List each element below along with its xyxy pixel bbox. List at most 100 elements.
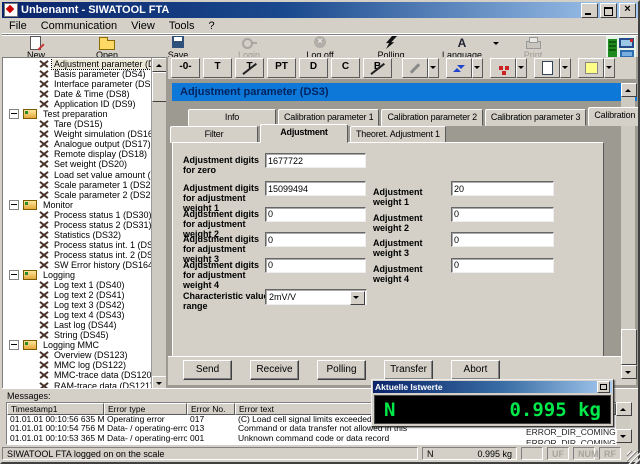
panel-scrollbar-thumb[interactable]	[621, 329, 637, 365]
tree-item[interactable]: Log text 1 (DS40)	[3, 280, 152, 290]
tree-item[interactable]: Log text 3 (DS42)	[3, 300, 152, 310]
note-icon[interactable]	[578, 58, 604, 78]
scale-d-button[interactable]: D	[299, 58, 328, 78]
tree-item[interactable]: Statistics (DS32)	[3, 230, 152, 240]
tree-item[interactable]: Scale parameter 1 (DS22)	[3, 180, 152, 190]
edit-dropdown-icon[interactable]	[428, 58, 439, 78]
tree-item[interactable]: Basis parameter (DS4)	[3, 69, 152, 79]
note-split-button[interactable]	[578, 58, 615, 78]
tree-item[interactable]: Date & Time (DS8)	[3, 89, 152, 99]
tree-collapse-icon[interactable]	[9, 270, 19, 280]
characteristic-select[interactable]: 2mV/V	[265, 289, 367, 305]
menu-help[interactable]: ?	[202, 19, 222, 33]
menu-file[interactable]: File	[2, 19, 34, 33]
tree-item[interactable]: Process status int. 1 (DS26)	[3, 240, 152, 250]
tree-item[interactable]: Weight simulation (DS16)	[3, 129, 152, 139]
tab-calibration-parameter-3[interactable]: Calibration parameter 3	[485, 109, 586, 126]
tab-calibration-parameter-4[interactable]: Calibration parameter 4	[588, 107, 640, 126]
document-dropdown-icon[interactable]	[560, 58, 571, 78]
sync-split-button[interactable]	[446, 58, 483, 78]
weight-input[interactable]	[451, 207, 554, 222]
tree-item[interactable]: Log text 2 (DS41)	[3, 290, 152, 300]
weight-input[interactable]	[451, 232, 554, 247]
scroll-down-icon[interactable]	[621, 365, 637, 379]
tab-calibration-parameter-2[interactable]: Calibration parameter 2	[381, 109, 482, 126]
zero-digits-input[interactable]	[265, 153, 366, 168]
resize-grip[interactable]	[627, 451, 640, 464]
actual-values-titlebar[interactable]: Aktuelle Istwerte	[373, 381, 612, 393]
digits-input[interactable]	[265, 207, 366, 222]
sync-icon[interactable]	[446, 58, 472, 78]
tab-adjustment[interactable]: Adjustment	[260, 124, 348, 143]
tree-item[interactable]: Scale parameter 2 (DS23)	[3, 190, 152, 200]
tree-scrollbar[interactable]	[151, 58, 166, 390]
restore-button[interactable]	[600, 3, 617, 18]
tree-item[interactable]: SW Error history (DS164)	[3, 260, 152, 270]
tree-item[interactable]: MMC log (DS122)	[3, 360, 152, 370]
tree-item[interactable]: Tare (DS15)	[3, 119, 152, 129]
tree-item[interactable]: Analogue output (DS17)	[3, 139, 152, 149]
tree-item[interactable]: Test preparation	[3, 109, 152, 119]
column-header-error-no[interactable]: Error No.	[187, 403, 235, 415]
tree-item[interactable]: String (DS45)	[3, 330, 152, 340]
status-dots-icon[interactable]	[490, 58, 516, 78]
scroll-up-icon[interactable]	[152, 58, 167, 72]
sync-dropdown-icon[interactable]	[472, 58, 483, 78]
tree-item[interactable]: Load set value amount (DS21)	[3, 170, 152, 180]
menu-tools[interactable]: Tools	[162, 19, 202, 33]
tree-item[interactable]: Process status 1 (DS30)	[3, 210, 152, 220]
tree-item[interactable]: Remote display (DS18)	[3, 149, 152, 159]
digits-input[interactable]	[265, 232, 366, 247]
scale-zero-button[interactable]: -0-	[171, 58, 200, 78]
send-button[interactable]: Send	[183, 360, 232, 380]
column-header-error-type[interactable]: Error type	[104, 403, 187, 415]
abort-button[interactable]: Abort	[451, 360, 500, 380]
tree-item[interactable]: Logging MMC	[3, 340, 152, 350]
messages-scrollbar[interactable]	[616, 402, 630, 443]
panel-scrollbar[interactable]	[621, 83, 635, 379]
tree-item[interactable]: Process status 2 (DS31)	[3, 220, 152, 230]
chevron-down-icon[interactable]	[350, 291, 365, 305]
scale-tare-clear-button[interactable]: T	[235, 58, 264, 78]
tree-collapse-icon[interactable]	[9, 109, 19, 119]
tree-item[interactable]: Monitor	[3, 200, 152, 210]
scale-b-clear-button[interactable]: B	[363, 58, 392, 78]
tree-item[interactable]: Set weight (DS20)	[3, 159, 152, 169]
tree-scrollbar-thumb[interactable]	[152, 72, 167, 102]
weight-input[interactable]	[451, 181, 554, 196]
weight-input[interactable]	[451, 258, 554, 273]
scroll-down-icon[interactable]	[616, 429, 632, 443]
tree-item[interactable]: Overview (DS123)	[3, 350, 152, 360]
status-dropdown-icon[interactable]	[516, 58, 527, 78]
column-header-timestamp[interactable]: Timestamp1	[7, 403, 104, 415]
restore-window-icon[interactable]	[597, 381, 610, 393]
tree-collapse-icon[interactable]	[9, 340, 19, 350]
edit-split-button[interactable]	[402, 58, 439, 78]
edit-icon[interactable]	[402, 58, 428, 78]
transfer-button[interactable]: Transfer	[384, 360, 433, 380]
tree-collapse-icon[interactable]	[9, 200, 19, 210]
message-row[interactable]: 01.01.01 00:10:53 365 Mon Data- / operat…	[7, 434, 616, 443]
tree-item[interactable]: Application ID (DS9)	[3, 99, 152, 109]
message-row[interactable]: 01.01.01 00:10:52 403 Mon Technology mes…	[7, 443, 616, 445]
tab-theoret-adjustment-1[interactable]: Theoret. Adjustment 1	[350, 126, 446, 143]
scale-c-button[interactable]: C	[331, 58, 360, 78]
scroll-up-icon[interactable]	[616, 402, 632, 416]
tree-item[interactable]: Process status int. 2 (DS27)	[3, 250, 152, 260]
scale-preset-tare-button[interactable]: PT	[267, 58, 296, 78]
minimize-button[interactable]	[581, 3, 598, 18]
digits-input[interactable]	[265, 181, 366, 196]
tab-filter[interactable]: Filter	[170, 126, 258, 143]
menu-view[interactable]: View	[124, 19, 162, 33]
tree-item[interactable]: Last log (DS44)	[3, 320, 152, 330]
menu-communication[interactable]: Communication	[34, 19, 124, 33]
tree-item[interactable]: Log text 4 (DS43)	[3, 310, 152, 320]
document-split-button[interactable]	[534, 58, 571, 78]
tree-item[interactable]: Interface parameter (DS7)	[3, 79, 152, 89]
tree-item[interactable]: MMC-trace data (DS120)	[3, 370, 152, 380]
tree-item[interactable]: Adjustment parameter (DS3)	[3, 59, 152, 69]
polling-button[interactable]: Polling	[317, 360, 366, 380]
scroll-up-icon[interactable]	[621, 83, 637, 97]
close-button[interactable]	[619, 3, 636, 18]
digits-input[interactable]	[265, 258, 366, 273]
